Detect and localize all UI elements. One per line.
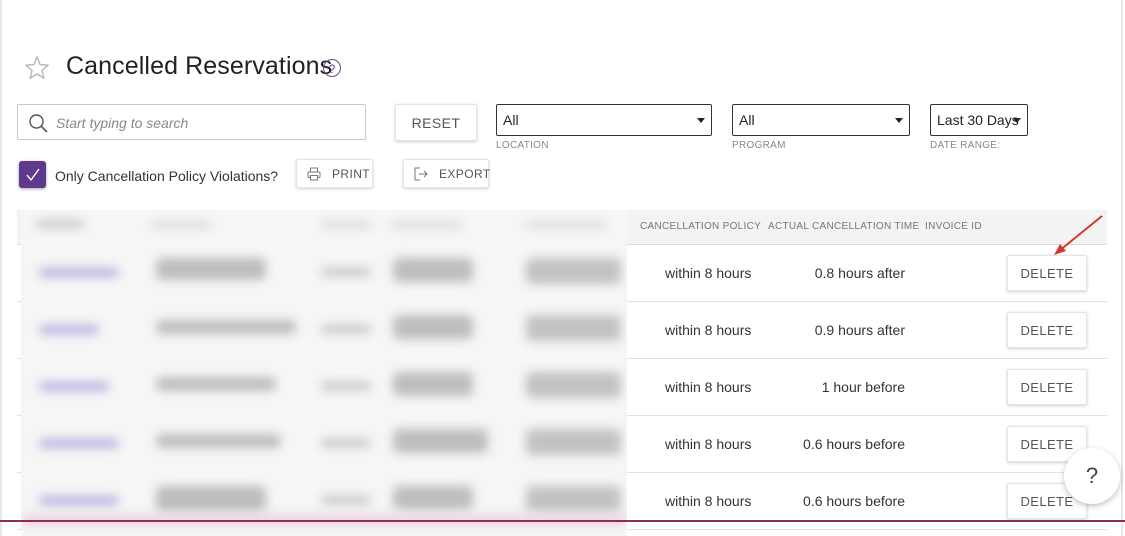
chevron-down-icon (697, 118, 705, 123)
date-range-label: DATE RANGE: (930, 140, 1001, 151)
cell-actual-cancellation-time: 1 hour before (821, 379, 905, 395)
right-border (1121, 0, 1123, 536)
cell-cancellation-policy: within 8 hours (665, 436, 752, 452)
cell-cancellation-policy: within 8 hours (665, 322, 752, 338)
cell-actual-cancellation-time: 0.6 hours before (803, 493, 905, 509)
help-icon[interactable]: ? (323, 59, 341, 77)
date-range-select[interactable]: Last 30 Days (930, 104, 1028, 136)
delete-button[interactable]: DELETE (1007, 369, 1087, 405)
program-select[interactable]: All (732, 104, 910, 136)
chevron-down-icon (1013, 118, 1021, 123)
column-header-actual-cancellation-time[interactable]: ACTUAL CANCELLATION TIME (768, 221, 920, 232)
location-select[interactable]: All (496, 104, 712, 136)
column-header-cancellation-policy[interactable]: CANCELLATION POLICY (640, 221, 761, 232)
reset-button[interactable]: RESET (395, 104, 477, 141)
annotation-arrow (1054, 215, 1103, 255)
print-label: PRINT (332, 167, 370, 181)
printer-icon (307, 167, 321, 181)
violations-checkbox[interactable] (19, 161, 46, 188)
search-input[interactable] (54, 112, 358, 134)
date-range-select-value: Last 30 Days (937, 112, 1019, 128)
redacted-table-columns (21, 210, 627, 536)
export-button[interactable]: EXPORT (403, 159, 491, 188)
left-border (0, 0, 2, 536)
star-icon[interactable] (24, 55, 50, 81)
floating-help-button[interactable]: ? (1064, 448, 1120, 504)
cell-cancellation-policy: within 8 hours (665, 265, 752, 281)
search-icon (29, 114, 48, 133)
delete-button[interactable]: DELETE (1007, 312, 1087, 348)
search-box[interactable] (17, 104, 366, 140)
program-label: PROGRAM (732, 140, 786, 151)
cell-actual-cancellation-time: 0.8 hours after (814, 265, 905, 281)
cell-cancellation-policy: within 8 hours (665, 493, 752, 509)
footer-rule (0, 520, 1125, 522)
page: Cancelled Reservations ? RESET All LOCAT… (0, 0, 1125, 536)
column-header-invoice-id[interactable]: INVOICE ID (925, 221, 982, 232)
print-button[interactable]: PRINT (296, 159, 373, 188)
export-icon (414, 167, 428, 181)
cell-actual-cancellation-time: 0.9 hours after (814, 322, 905, 338)
location-label: LOCATION (496, 140, 549, 151)
program-select-value: All (739, 112, 755, 128)
location-select-value: All (503, 112, 519, 128)
page-title: Cancelled Reservations (66, 52, 333, 80)
violations-checkbox-label: Only Cancellation Policy Violations? (55, 168, 279, 184)
export-label: EXPORT (439, 167, 491, 181)
cell-actual-cancellation-time: 0.6 hours before (803, 436, 905, 452)
checkmark-icon (26, 168, 40, 182)
chevron-down-icon (895, 118, 903, 123)
cell-cancellation-policy: within 8 hours (665, 379, 752, 395)
delete-button[interactable]: DELETE (1007, 255, 1087, 291)
